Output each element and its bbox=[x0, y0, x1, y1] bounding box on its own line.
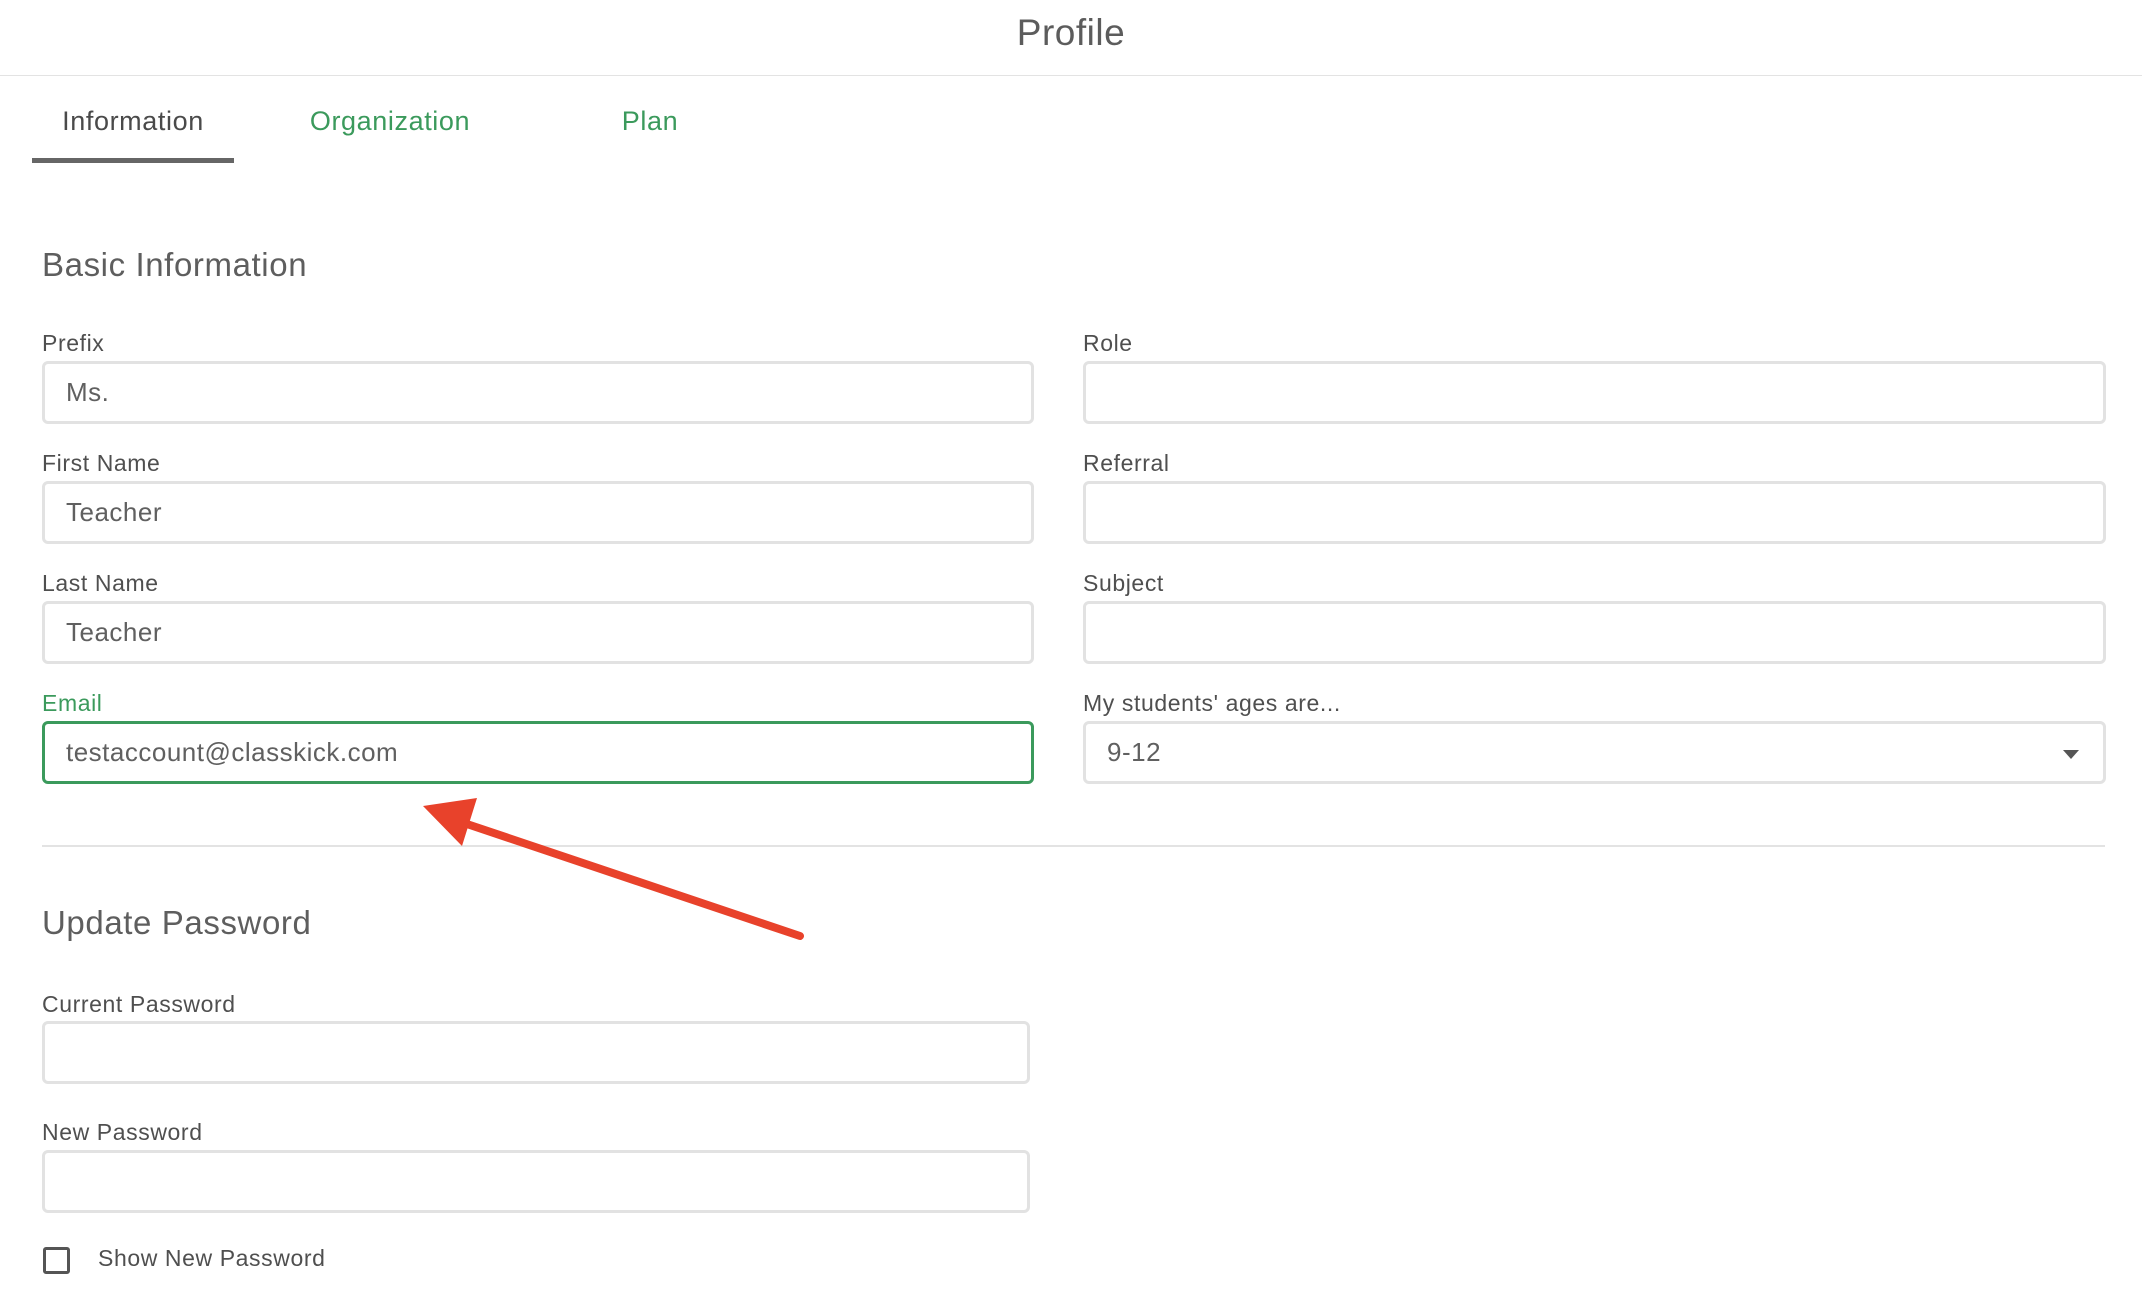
new-password-input[interactable] bbox=[45, 1153, 1027, 1210]
page-header: Profile bbox=[0, 0, 2142, 76]
subject-input[interactable] bbox=[1086, 604, 2103, 661]
annotation-arrow-head bbox=[423, 798, 477, 846]
prefix-field[interactable] bbox=[42, 361, 1034, 424]
show-new-password-checkbox[interactable] bbox=[43, 1247, 70, 1274]
referral-input[interactable] bbox=[1086, 484, 2103, 541]
tab-information[interactable]: Information bbox=[32, 100, 234, 163]
prefix-input[interactable] bbox=[45, 364, 1031, 421]
current-password-label: Current Password bbox=[42, 991, 236, 1017]
subject-label: Subject bbox=[1083, 570, 1164, 596]
new-password-field[interactable] bbox=[42, 1150, 1030, 1213]
email-field[interactable] bbox=[42, 721, 1034, 784]
new-password-label: New Password bbox=[42, 1119, 203, 1145]
student-ages-select[interactable]: 9-12 bbox=[1083, 721, 2106, 784]
basic-information-heading: Basic Information bbox=[42, 246, 308, 283]
subject-field[interactable] bbox=[1083, 601, 2106, 664]
caret-down-icon bbox=[2063, 750, 2079, 759]
show-new-password-label: Show New Password bbox=[98, 1245, 326, 1271]
last-name-field[interactable] bbox=[42, 601, 1034, 664]
page-title: Profile bbox=[1016, 12, 1126, 53]
tab-plan-label: Plan bbox=[621, 106, 679, 136]
tab-information-label: Information bbox=[62, 106, 204, 136]
tab-plan[interactable]: Plan bbox=[590, 100, 710, 158]
email-input[interactable] bbox=[45, 724, 1031, 781]
role-label: Role bbox=[1083, 330, 1133, 356]
current-password-input[interactable] bbox=[45, 1024, 1027, 1081]
update-password-heading: Update Password bbox=[42, 904, 312, 941]
section-divider bbox=[42, 845, 2105, 847]
current-password-field[interactable] bbox=[42, 1021, 1030, 1084]
email-label: Email bbox=[42, 690, 103, 716]
referral-field[interactable] bbox=[1083, 481, 2106, 544]
student-ages-value: 9-12 bbox=[1107, 737, 1162, 767]
first-name-field[interactable] bbox=[42, 481, 1034, 544]
first-name-input[interactable] bbox=[45, 484, 1031, 541]
prefix-label: Prefix bbox=[42, 330, 105, 356]
tab-organization-label: Organization bbox=[309, 106, 471, 136]
last-name-label: Last Name bbox=[42, 570, 159, 596]
last-name-input[interactable] bbox=[45, 604, 1031, 661]
tab-organization[interactable]: Organization bbox=[290, 100, 490, 158]
role-input[interactable] bbox=[1086, 364, 2103, 421]
student-ages-label: My students' ages are... bbox=[1083, 690, 1341, 716]
role-field[interactable] bbox=[1083, 361, 2106, 424]
annotation-arrow-shaft bbox=[451, 816, 804, 940]
first-name-label: First Name bbox=[42, 450, 161, 476]
referral-label: Referral bbox=[1083, 450, 1170, 476]
